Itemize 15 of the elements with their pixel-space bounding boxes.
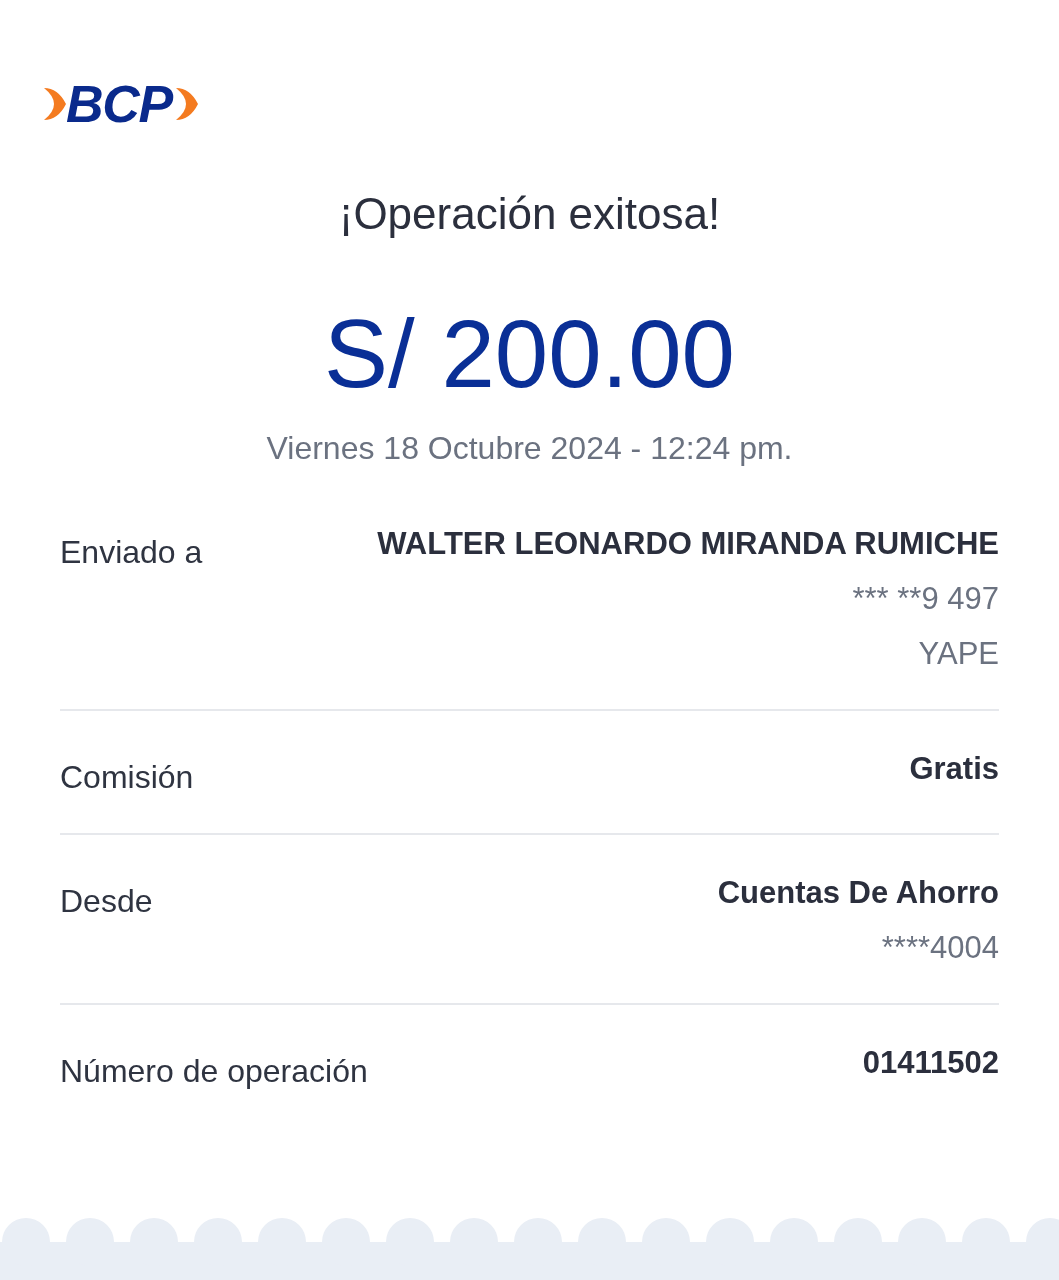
row-detail: *** **9 497 bbox=[852, 583, 999, 614]
row-value: WALTER LEONARDO MIRANDA RUMICHE bbox=[377, 528, 999, 559]
amount: S/ 200.00 bbox=[324, 306, 735, 402]
row-value: Gratis bbox=[909, 753, 999, 784]
title: ¡Operación exitosa! bbox=[338, 192, 721, 236]
row-detail: YAPE bbox=[918, 638, 999, 669]
date-time: Viernes 18 Octubre 2024 - 12:24 pm. bbox=[266, 432, 793, 464]
row-value: 01411502 bbox=[862, 1047, 999, 1078]
row-label: Desde bbox=[60, 885, 153, 917]
row-detail: ****4004 bbox=[881, 932, 999, 963]
logo: BCP bbox=[66, 78, 172, 130]
row-value: Cuentas De Ahorro bbox=[717, 877, 999, 908]
row-label: Número de operación bbox=[60, 1055, 368, 1087]
row-label: Comisión bbox=[60, 761, 194, 793]
row-label: Enviado a bbox=[60, 536, 203, 568]
